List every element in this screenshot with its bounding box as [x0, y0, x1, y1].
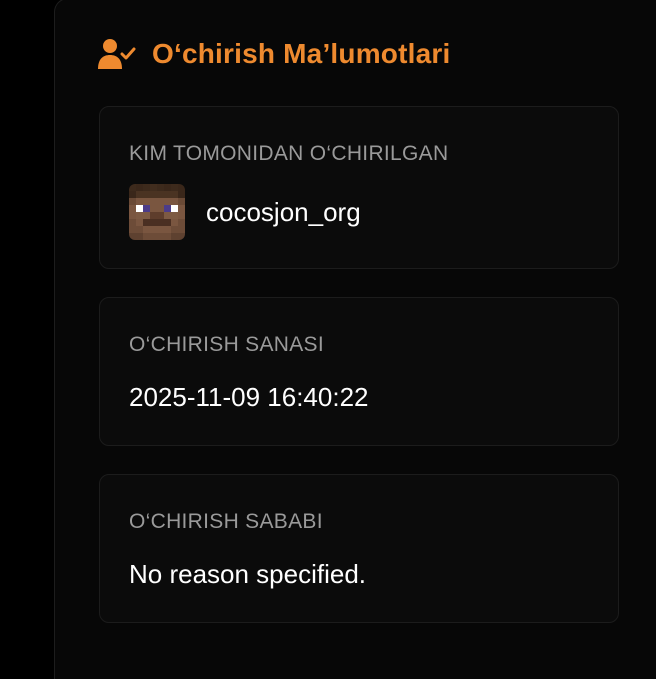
player-avatar [129, 184, 185, 240]
deletion-reason-label: O‘CHIRISH SABABI [129, 510, 323, 533]
deleted-by-card: KIM TOMONIDAN O‘CHIRILGAN cocosjon_org [99, 106, 619, 269]
deleted-by-label: KIM TOMONIDAN O‘CHIRILGAN [129, 142, 449, 165]
deletion-date-label: O‘CHIRISH SANASI [129, 333, 324, 356]
deletion-date-card: O‘CHIRISH SANASI 2025-11-09 16:40:22 [99, 297, 619, 446]
deleted-by-username[interactable]: cocosjon_org [206, 197, 361, 228]
user-check-icon [98, 39, 136, 69]
section-header: O‘chirish Ma’lumotlari [98, 36, 450, 72]
deletion-reason-card: O‘CHIRISH SABABI No reason specified. [99, 474, 619, 623]
section-title: O‘chirish Ma’lumotlari [152, 38, 451, 69]
deletion-reason-value: No reason specified. [129, 559, 367, 589]
deletion-date-value: 2025-11-09 16:40:22 [129, 382, 369, 412]
